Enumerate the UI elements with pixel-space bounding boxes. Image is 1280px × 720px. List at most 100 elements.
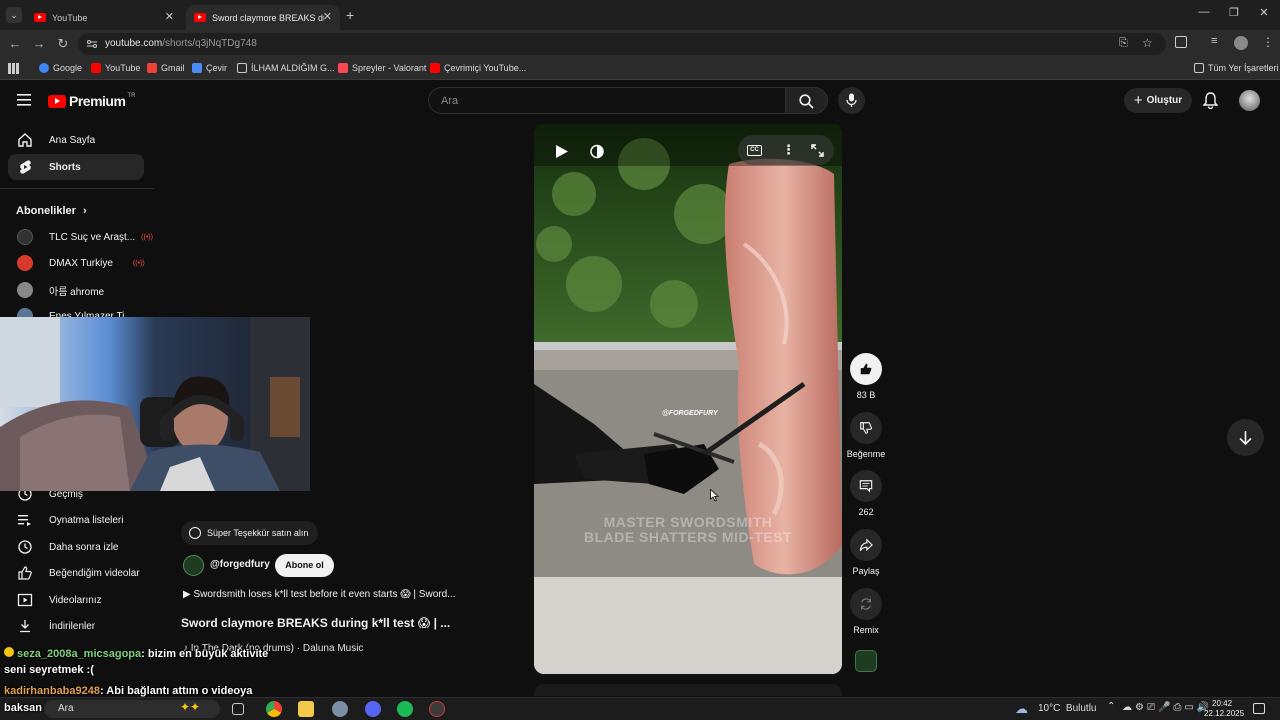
comment-count: 262	[858, 507, 874, 517]
task-view-icon[interactable]	[232, 703, 244, 715]
youtube-icon	[430, 63, 440, 73]
apps-grid-icon[interactable]	[8, 63, 19, 74]
tab-youtube[interactable]: YouTube ✕	[26, 5, 182, 30]
back-icon[interactable]: ←	[7, 36, 23, 52]
like-icon	[850, 353, 882, 385]
sidebar-item-playlists[interactable]: Oynatma listeleri	[8, 507, 144, 533]
clock-date[interactable]: 22.12.2025	[1204, 709, 1244, 718]
short-description[interactable]: ▶ Swordsmith loses k*ll test before it e…	[183, 589, 455, 600]
weather-cloud-icon: ☁	[1015, 701, 1028, 716]
bookmark-translate[interactable]: Çevir	[192, 63, 227, 73]
super-thanks-icon	[189, 527, 201, 539]
subscribe-button[interactable]: Abone ol	[275, 554, 334, 577]
weather-text[interactable]: 10°C Bulutlu	[1038, 703, 1096, 714]
playlist-icon	[18, 515, 31, 526]
bookmark-star-icon[interactable]: ☆	[1142, 36, 1153, 50]
remix-button[interactable]: Remix	[846, 588, 886, 635]
account-avatar[interactable]	[1239, 90, 1260, 111]
app-icon[interactable]	[332, 701, 348, 717]
subscriptions-heading[interactable]: Abonelikler ›	[16, 205, 87, 217]
extensions-icon[interactable]	[1175, 36, 1187, 48]
channel-handle[interactable]: @forgedfury	[210, 559, 270, 570]
volume-icon[interactable]	[590, 144, 604, 159]
sidebar-item-your-videos[interactable]: Videolarınız	[8, 587, 144, 613]
minimize-icon[interactable]: —	[1194, 6, 1214, 18]
forward-icon[interactable]: →	[31, 36, 47, 52]
search-input[interactable]: Ara	[428, 87, 786, 114]
sidebar-item-watch-later[interactable]: Daha sonra izle	[8, 534, 144, 560]
share-button[interactable]: Paylaş	[846, 529, 886, 576]
reload-icon[interactable]: ↻	[55, 36, 71, 52]
bookmark-youtube[interactable]: YouTube	[91, 63, 140, 73]
super-thanks-button[interactable]: Süper Teşekkür satın alın	[181, 521, 319, 545]
comments-button[interactable]: 262	[846, 470, 886, 517]
sidebar-channel-ahrome[interactable]: 아름 ahrome	[8, 278, 104, 302]
captions-icon[interactable]: CC	[747, 145, 762, 156]
media-control-icon[interactable]: ≡	[1211, 35, 1217, 47]
next-short-preview[interactable]	[534, 684, 842, 696]
file-explorer-icon[interactable]	[298, 701, 314, 717]
restore-icon[interactable]: ❐	[1224, 6, 1244, 19]
search-icon	[799, 94, 814, 109]
more-options-icon[interactable]: ⋮	[782, 142, 795, 158]
next-short-button[interactable]	[1227, 419, 1264, 456]
shorts-video-player[interactable]: @FORGEDFURY MASTER SWORDSMITH BLADE SHAT…	[534, 124, 842, 674]
chrome-icon[interactable]	[266, 701, 282, 717]
obs-icon[interactable]	[429, 701, 445, 717]
remix-icon	[850, 588, 882, 620]
notifications-center-icon[interactable]	[1253, 703, 1265, 714]
tab-list-dropdown[interactable]: ⌄	[6, 7, 22, 23]
fullscreen-icon[interactable]	[811, 144, 824, 157]
video-frame	[534, 124, 842, 674]
close-tab-icon[interactable]: ✕	[165, 10, 174, 23]
clock-time[interactable]: 20:42	[1212, 699, 1232, 708]
plus-icon: +	[1133, 92, 1143, 109]
hamburger-menu-icon[interactable]	[17, 94, 31, 106]
sidebar-channel-tlc[interactable]: TLC Suç ve Araşt... ((•))	[8, 225, 153, 249]
bookmark-gmail[interactable]: Gmail	[147, 63, 185, 73]
dislike-button[interactable]: Beğenme	[846, 412, 886, 459]
tab-current-short[interactable]: Sword claymore BREAKS during ✕	[186, 5, 340, 30]
notifications-bell-icon[interactable]	[1203, 92, 1218, 109]
bookmark-google[interactable]: Google	[39, 63, 82, 73]
voice-search-button[interactable]	[838, 87, 865, 114]
short-title[interactable]: Sword claymore BREAKS during k*ll test 😱…	[181, 616, 450, 630]
close-tab-icon[interactable]: ✕	[323, 10, 332, 23]
search-button[interactable]	[786, 87, 828, 114]
microphone-icon	[846, 93, 857, 107]
bookmark-folder[interactable]: İLHAM ALDIĞIM G...	[237, 63, 335, 73]
sidebar-item-downloads[interactable]: İndirilenler	[8, 613, 144, 639]
google-icon	[39, 63, 49, 73]
remix-label: Remix	[853, 625, 879, 635]
channel-avatar[interactable]	[183, 555, 204, 576]
create-button[interactable]: + Oluştur	[1124, 88, 1192, 113]
close-window-icon[interactable]: ✕	[1254, 6, 1274, 19]
play-icon[interactable]	[555, 144, 569, 159]
audio-channel-avatar[interactable]	[855, 650, 877, 672]
sidebar-channel-dmax[interactable]: DMAX Turkiye ((•))	[8, 251, 145, 275]
sidebar-item-shorts[interactable]: Shorts	[8, 154, 144, 180]
address-bar[interactable]: youtube.com/shorts/q3jNqTDg748 ⎘ ☆	[78, 33, 1166, 55]
menu-kebab-icon[interactable]: ⋮	[1262, 35, 1274, 49]
video-caption-line1: MASTER SWORDSMITH	[603, 514, 773, 530]
site-info-icon[interactable]	[86, 38, 98, 50]
youtube-logo[interactable]: Premium TR	[48, 93, 135, 109]
install-app-icon[interactable]: ⎘	[1119, 37, 1128, 50]
like-button[interactable]: 83 B	[846, 353, 886, 400]
channel-avatar	[17, 282, 33, 298]
tray-chevron-icon[interactable]: ⌃	[1107, 701, 1115, 712]
chat-badge-icon	[4, 647, 14, 657]
live-indicator-icon: ((•))	[132, 259, 145, 267]
new-tab-button[interactable]: +	[346, 7, 354, 23]
taskbar-search[interactable]: Ara ✦✦	[44, 700, 220, 718]
sidebar-item-home[interactable]: Ana Sayfa	[8, 127, 144, 153]
spotify-icon[interactable]	[397, 701, 413, 717]
tray-icons[interactable]: ☁⚙⎚🎤⎙▭🔊	[1122, 702, 1212, 713]
discord-icon[interactable]	[365, 701, 381, 717]
dislike-icon	[850, 412, 882, 444]
all-bookmarks[interactable]: Tüm Yer İşaretleri	[1194, 63, 1279, 73]
profile-avatar[interactable]	[1234, 36, 1248, 50]
sidebar-item-liked[interactable]: Beğendiğim videolar	[8, 560, 144, 586]
bookmark-valorant[interactable]: Spreyler - Valorant	[338, 63, 426, 73]
bookmark-online-youtube[interactable]: Çevrimiçi YouTube...	[430, 63, 526, 73]
